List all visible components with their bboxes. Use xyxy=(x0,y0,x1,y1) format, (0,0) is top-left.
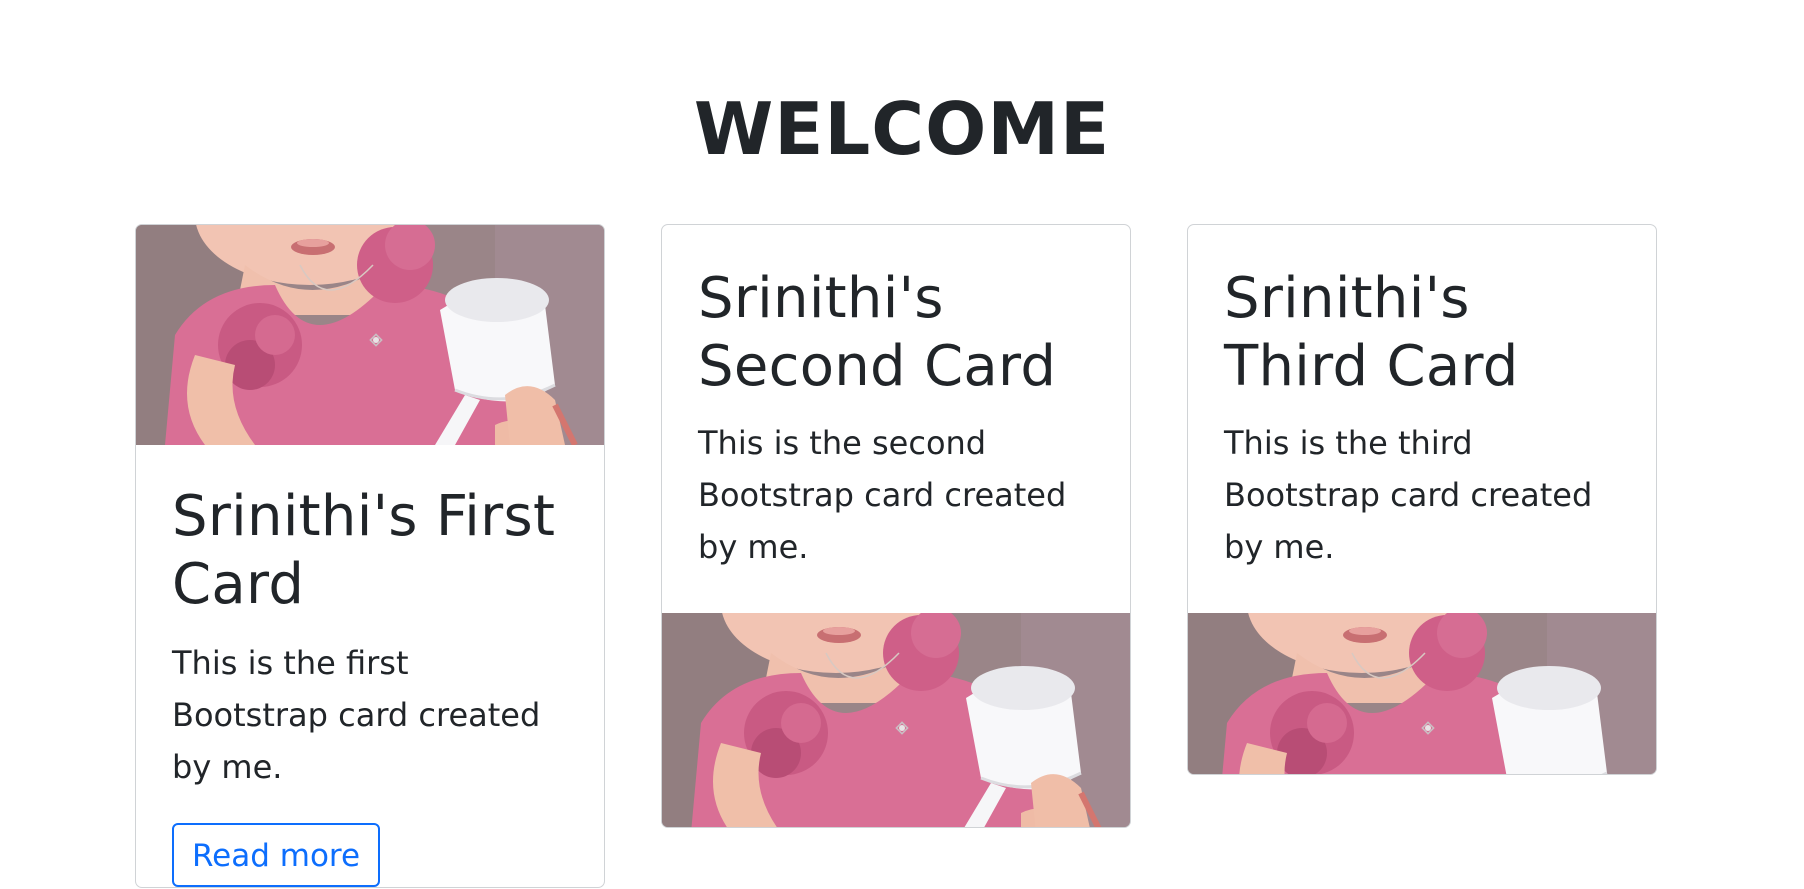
card-body: Srinithi's Second Card This is the secon… xyxy=(662,225,1130,613)
card-third: Srinithi's Third Card This is the third … xyxy=(1187,224,1657,775)
page-title: WELCOME xyxy=(693,87,1111,171)
card-second: Srinithi's Second Card This is the secon… xyxy=(661,224,1131,828)
child-photo-icon xyxy=(1188,613,1656,774)
card-first: Srinithi's First Card This is the first … xyxy=(135,224,605,888)
card-text: This is the third Bootstrap card created… xyxy=(1224,424,1593,566)
page: WELCOME Srinithi's First Card This is th… xyxy=(0,0,1804,889)
card-title: Srinithi's First Card xyxy=(172,484,556,617)
card-text: This is the second Bootstrap card create… xyxy=(698,424,1067,566)
child-photo-icon xyxy=(136,225,604,445)
card-title: Srinithi's Third Card xyxy=(1224,266,1519,399)
child-photo-icon xyxy=(662,613,1130,827)
card-text: This is the first Bootstrap card created… xyxy=(172,644,541,786)
card-title: Srinithi's Second Card xyxy=(698,266,1057,399)
card-body: Srinithi's First Card This is the first … xyxy=(136,445,604,887)
read-more-button[interactable]: Read more xyxy=(172,823,381,887)
card-body: Srinithi's Third Card This is the third … xyxy=(1188,225,1656,613)
